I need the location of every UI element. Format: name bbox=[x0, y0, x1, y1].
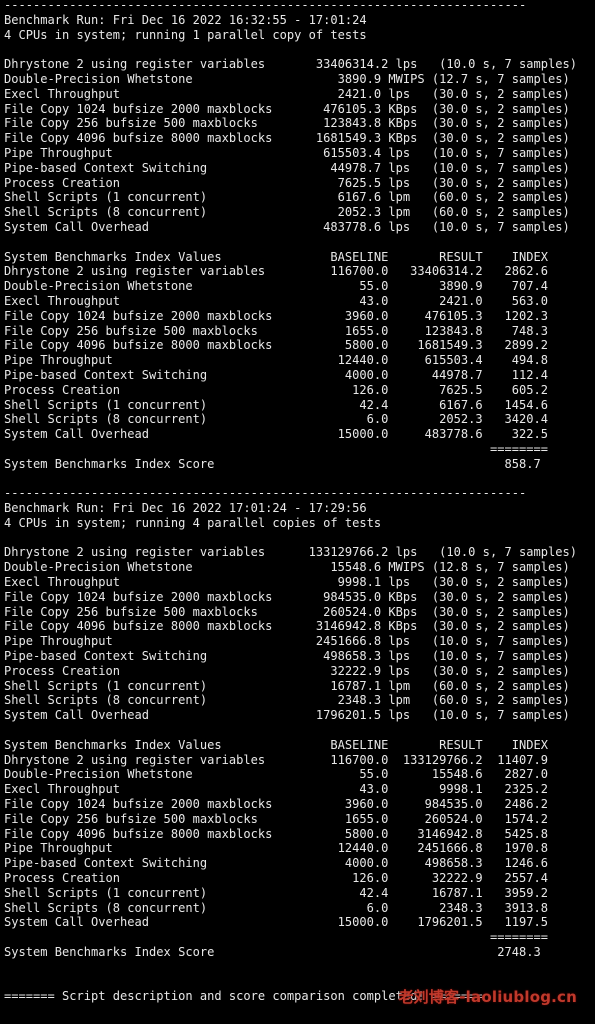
terminal-line: Dhrystone 2 using register variables 334… bbox=[4, 57, 577, 72]
terminal-line: File Copy 256 bufsize 500 maxblocks 2605… bbox=[4, 604, 570, 619]
terminal-line: 4 CPUs in system; running 4 parallel cop… bbox=[4, 515, 382, 530]
terminal-line: System Benchmarks Index Values BASELINE … bbox=[4, 737, 548, 752]
terminal-line: Execl Throughput 43.0 9998.1 2325.2 bbox=[4, 782, 548, 797]
terminal-line: Benchmark Run: Fri Dec 16 2022 17:01:24 … bbox=[4, 501, 367, 516]
terminal-line bbox=[0, 42, 595, 57]
terminal-line: ======== bbox=[4, 441, 548, 456]
terminal-line bbox=[0, 531, 595, 546]
terminal-line: Shell Scripts (1 concurrent) 42.4 16787.… bbox=[4, 885, 548, 900]
terminal-line: File Copy 1024 bufsize 2000 maxblocks 47… bbox=[4, 101, 570, 116]
terminal-line: File Copy 256 bufsize 500 maxblocks 1238… bbox=[4, 116, 570, 131]
terminal-line: Execl Throughput 43.0 2421.0 563.0 bbox=[4, 293, 548, 308]
terminal-line: System Call Overhead 15000.0 483778.6 32… bbox=[4, 427, 548, 442]
terminal-line: Double-Precision Whetstone 55.0 15548.6 … bbox=[4, 767, 548, 782]
terminal-line: ======== bbox=[4, 930, 548, 945]
terminal-line: Process Creation 7625.5 lps (30.0 s, 2 s… bbox=[4, 175, 570, 190]
terminal-line bbox=[0, 472, 595, 487]
terminal-line: Shell Scripts (8 concurrent) 6.0 2348.3 … bbox=[4, 900, 548, 915]
terminal-line: Double-Precision Whetstone 3890.9 MWIPS … bbox=[4, 71, 570, 86]
terminal-line: Benchmark Run: Fri Dec 16 2022 16:32:55 … bbox=[4, 12, 367, 27]
terminal-line: System Benchmarks Index Values BASELINE … bbox=[4, 249, 548, 264]
terminal-line: Process Creation 126.0 32222.9 2557.4 bbox=[4, 871, 548, 886]
terminal-line: System Call Overhead 15000.0 1796201.5 1… bbox=[4, 915, 548, 930]
terminal-line: File Copy 4096 bufsize 8000 maxblocks 31… bbox=[4, 619, 570, 634]
watermark-text: 老刘博客-laoliublog.cn bbox=[398, 988, 577, 1006]
terminal-line: Dhrystone 2 using register variables 133… bbox=[4, 545, 577, 560]
terminal-line: Pipe Throughput 615503.4 lps (10.0 s, 7 … bbox=[4, 145, 570, 160]
terminal-line: System Benchmarks Index Score 2748.3 bbox=[4, 945, 541, 959]
terminal-line: File Copy 4096 bufsize 8000 maxblocks 58… bbox=[4, 826, 548, 841]
terminal-line: File Copy 1024 bufsize 2000 maxblocks 39… bbox=[4, 308, 548, 323]
terminal-line: Pipe-based Context Switching 4000.0 4986… bbox=[4, 856, 548, 871]
terminal-line bbox=[0, 235, 595, 250]
terminal-line: Dhrystone 2 using register variables 116… bbox=[4, 264, 548, 279]
terminal-line: Pipe-based Context Switching 44978.7 lps… bbox=[4, 160, 570, 175]
terminal-line: System Call Overhead 483778.6 lps (10.0 … bbox=[4, 219, 570, 234]
terminal-line bbox=[0, 723, 595, 738]
terminal-line: File Copy 4096 bufsize 8000 maxblocks 16… bbox=[4, 131, 570, 146]
terminal-line: Process Creation 32222.9 lps (30.0 s, 2 … bbox=[4, 663, 570, 678]
terminal-line: Shell Scripts (1 concurrent) 6167.6 lpm … bbox=[4, 190, 570, 205]
terminal-line: Pipe-based Context Switching 498658.3 lp… bbox=[4, 649, 570, 664]
terminal-line: Shell Scripts (8 concurrent) 2348.3 lpm … bbox=[4, 693, 570, 708]
terminal-output: ----------------------------------------… bbox=[0, 0, 595, 1024]
terminal-line: Shell Scripts (1 concurrent) 42.4 6167.6… bbox=[4, 397, 548, 412]
terminal-line: File Copy 256 bufsize 500 maxblocks 1655… bbox=[4, 811, 548, 826]
terminal-line: File Copy 1024 bufsize 2000 maxblocks 98… bbox=[4, 589, 570, 604]
terminal-line: Shell Scripts (8 concurrent) 6.0 2052.3 … bbox=[4, 412, 548, 427]
terminal-line: System Benchmarks Index Score 858.7 bbox=[4, 456, 541, 471]
terminal-line: Pipe Throughput 12440.0 2451666.8 1970.8 bbox=[4, 841, 548, 856]
terminal-line: Shell Scripts (1 concurrent) 16787.1 lpm… bbox=[4, 678, 570, 693]
terminal-line: Pipe Throughput 12440.0 615503.4 494.8 bbox=[4, 353, 548, 368]
terminal-line: Pipe-based Context Switching 4000.0 4497… bbox=[4, 367, 548, 382]
terminal-line: Pipe Throughput 2451666.8 lps (10.0 s, 7… bbox=[4, 634, 570, 649]
terminal-line: Dhrystone 2 using register variables 116… bbox=[4, 752, 548, 767]
terminal-line: Process Creation 126.0 7625.5 605.2 bbox=[4, 382, 548, 397]
terminal-line: File Copy 4096 bufsize 8000 maxblocks 58… bbox=[4, 338, 548, 353]
terminal-line: Double-Precision Whetstone 15548.6 MWIPS… bbox=[4, 560, 570, 575]
terminal-line: ----------------------------------------… bbox=[4, 0, 527, 12]
terminal-line: 4 CPUs in system; running 1 parallel cop… bbox=[4, 27, 367, 42]
terminal-line: Execl Throughput 9998.1 lps (30.0 s, 2 s… bbox=[4, 575, 570, 590]
terminal-line: System Call Overhead 1796201.5 lps (10.0… bbox=[4, 708, 570, 723]
terminal-line: File Copy 256 bufsize 500 maxblocks 1655… bbox=[4, 323, 548, 338]
terminal-line: File Copy 1024 bufsize 2000 maxblocks 39… bbox=[4, 797, 548, 812]
terminal-line: ----------------------------------------… bbox=[4, 486, 527, 501]
terminal-line bbox=[0, 960, 595, 975]
terminal-line: Shell Scripts (8 concurrent) 2052.3 lpm … bbox=[4, 205, 570, 220]
terminal-line: Execl Throughput 2421.0 lps (30.0 s, 2 s… bbox=[4, 86, 570, 101]
terminal-line: Double-Precision Whetstone 55.0 3890.9 7… bbox=[4, 279, 548, 294]
